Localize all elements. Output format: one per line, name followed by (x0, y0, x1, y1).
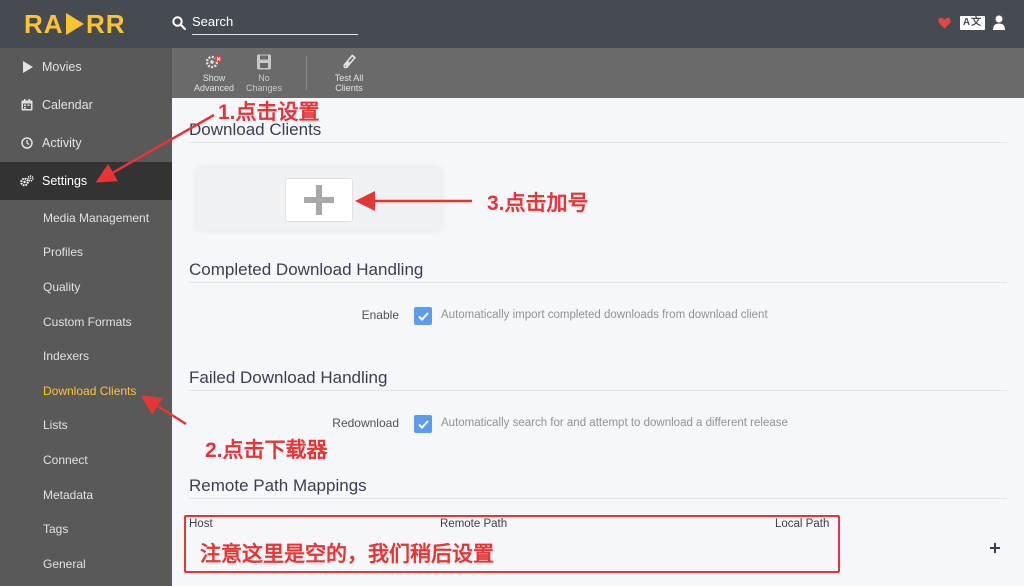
search-icon (172, 16, 186, 30)
add-download-client-button[interactable] (285, 178, 353, 222)
section-divider (189, 498, 1007, 499)
no-changes-line2: Changes (245, 83, 283, 93)
sidebar-item-settings[interactable]: Settings (0, 162, 172, 200)
annotation-step3: 3.点击加号 (487, 192, 589, 215)
settings-sub-metadata[interactable]: Metadata (43, 488, 93, 502)
settings-sub-indexers[interactable]: Indexers (43, 349, 89, 363)
show-advanced-line2: Advanced (193, 83, 235, 93)
save-button[interactable]: No Changes (238, 54, 290, 93)
sidebar-item-label: Calendar (42, 98, 93, 112)
sidebar-item-movies[interactable]: Movies (0, 48, 172, 86)
remote-path-mappings-title: Remote Path Mappings (189, 476, 367, 495)
sidebar: Movies Calendar Activity Settings Media … (0, 48, 172, 586)
settings-sub-tags[interactable]: Tags (43, 522, 68, 536)
search-input[interactable] (192, 13, 358, 35)
section-divider (189, 142, 1007, 143)
settings-content: Download Clients Completed Download Hand… (172, 98, 1024, 586)
test-all-clients-button[interactable]: Test All Clients (323, 54, 375, 93)
settings-sub-media-management[interactable]: Media Management (43, 211, 149, 225)
toolbar-separator (306, 56, 307, 90)
show-advanced-line1: Show (202, 73, 226, 83)
advanced-settings-icon (205, 55, 223, 69)
settings-sub-connect[interactable]: Connect (43, 453, 88, 467)
settings-sub-quality[interactable]: Quality (43, 280, 80, 294)
settings-sub-profiles[interactable]: Profiles (43, 245, 83, 259)
section-divider (189, 282, 1007, 283)
save-icon (257, 54, 271, 70)
settings-sub-download-clients[interactable]: Download Clients (43, 384, 136, 398)
top-header: RA RR A文 (0, 0, 1024, 48)
checkmark-icon (417, 419, 429, 429)
gears-icon (20, 174, 34, 188)
redownload-label: Redownload (332, 416, 399, 430)
show-advanced-button[interactable]: Show Advanced (188, 54, 240, 93)
clock-icon (20, 136, 34, 150)
sidebar-item-label: Settings (42, 174, 88, 188)
completed-download-handling-title: Completed Download Handling (189, 260, 424, 279)
no-changes-line1: No (258, 73, 270, 83)
sidebar-item-calendar[interactable]: Calendar (0, 86, 172, 124)
settings-sub-custom-formats[interactable]: Custom Formats (43, 315, 132, 329)
calendar-icon (20, 98, 34, 112)
annotation-step1: 1.点击设置 (218, 101, 320, 124)
sidebar-item-activity[interactable]: Activity (0, 124, 172, 162)
annotation-note: 注意这里是空的，我们稍后设置 (200, 543, 494, 566)
test-tube-icon (343, 54, 356, 69)
sidebar-item-label: Activity (42, 136, 82, 150)
enable-completed-checkbox[interactable] (414, 307, 432, 325)
radarr-logo[interactable]: RA RR (24, 9, 134, 39)
heart-icon[interactable] (938, 17, 951, 29)
test-all-line1: Test All (334, 73, 364, 83)
translate-icon[interactable]: A文 (960, 16, 985, 30)
page-toolbar: Show Advanced No Changes Test All Client… (172, 48, 1024, 98)
play-icon (20, 60, 34, 74)
completed-help-text: Automatically import completed downloads… (441, 309, 768, 321)
redownload-help-text: Automatically search for and attempt to … (441, 417, 788, 429)
user-icon[interactable] (993, 15, 1005, 30)
svg-text:RA: RA (24, 9, 64, 39)
svg-text:RR: RR (86, 9, 126, 39)
add-mapping-icon[interactable] (988, 541, 1002, 555)
sidebar-item-label: Movies (42, 60, 82, 74)
annotation-step2: 2.点击下载器 (205, 439, 328, 462)
settings-sub-lists[interactable]: Lists (43, 418, 68, 432)
redownload-checkbox[interactable] (414, 415, 432, 433)
checkmark-icon (417, 311, 429, 321)
failed-download-handling-title: Failed Download Handling (189, 368, 388, 387)
enable-label: Enable (361, 308, 399, 322)
settings-sub-general[interactable]: General (43, 557, 86, 571)
test-all-line2: Clients (335, 83, 363, 93)
plus-icon (304, 185, 334, 215)
section-divider (189, 390, 1007, 391)
